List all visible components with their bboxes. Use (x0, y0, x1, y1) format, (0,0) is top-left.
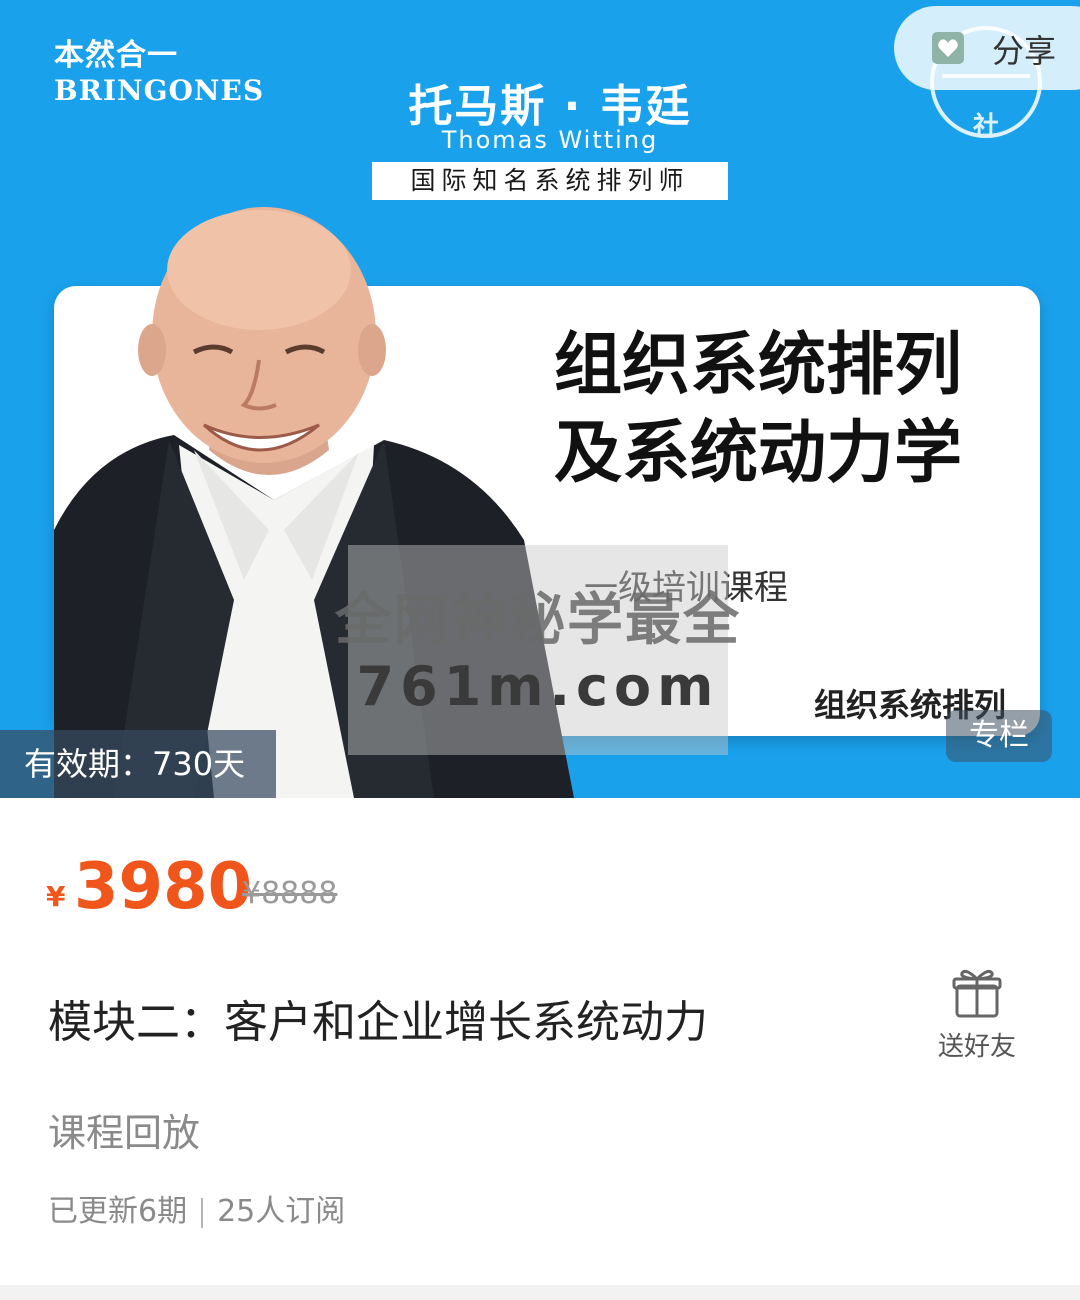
course-title: 模块二：客户和企业增长系统动力 (48, 997, 708, 1048)
seal-text: 社 (972, 112, 999, 142)
watermark: 全网神秘学最全 761m.com (318, 545, 758, 755)
gift-to-friend-button[interactable]: 送好友 (930, 966, 1024, 1066)
watermark-line2: 761m.com (356, 655, 720, 718)
brand-name-cn: 本然合一 (54, 38, 178, 73)
speaker-name-en: Thomas Witting (441, 126, 659, 154)
original-price: ¥8888 (242, 876, 338, 911)
subscriber-count: 25人订阅 (217, 1194, 346, 1229)
course-card-title-line1: 组织系统排列 (554, 326, 963, 405)
price-currency: ¥ (46, 880, 66, 913)
column-tag: 专栏 (946, 710, 1052, 762)
gift-icon (952, 970, 1002, 1018)
share-label: 分享 (992, 32, 1057, 70)
section-divider (0, 1285, 1080, 1300)
gift-label: 送好友 (937, 1032, 1016, 1062)
speaker-name: 托马斯 · 韦廷 (408, 81, 692, 132)
brand-name-en: BRINGONES (54, 74, 265, 107)
update-count: 已更新6期 (48, 1194, 188, 1229)
course-subtitle: 课程回放 (48, 1111, 201, 1155)
speaker-title: 国际知名系统排列师 (372, 162, 728, 200)
course-banner: 本然合一 BRINGONES 托马斯 · 韦廷 Thomas Witting 国… (0, 0, 1080, 798)
watermark-line1: 全网神秘学最全 (335, 588, 741, 653)
course-card-title-line2: 及系统动力学 (554, 414, 963, 493)
price: 3980 (74, 850, 253, 924)
validity-badge: 有效期：730天 (0, 730, 276, 798)
share-button[interactable]: 分享 (894, 6, 1080, 90)
course-card-title: 组织系统排列 及系统动力学 (554, 322, 1014, 498)
share-icon (932, 32, 964, 64)
meta-divider (201, 1197, 204, 1228)
course-meta: 已更新6期 25人订阅 (48, 1186, 345, 1230)
